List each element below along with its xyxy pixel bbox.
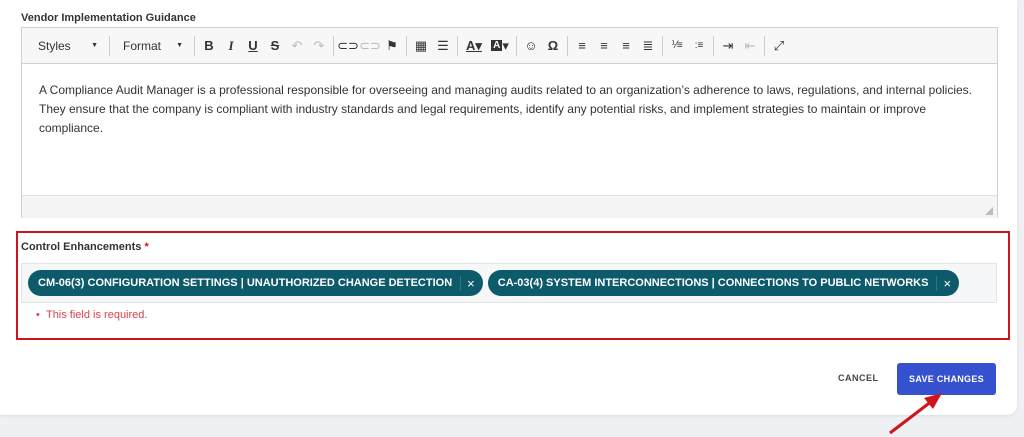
numbered-list-icon[interactable]: ⅟≡ — [666, 34, 688, 58]
cancel-button[interactable]: CANCEL — [838, 373, 879, 383]
indent-icon[interactable]: ⇥ — [717, 34, 739, 58]
editor-content[interactable]: A Compliance Audit Manager is a professi… — [22, 64, 997, 195]
vendor-guidance-label: Vendor Implementation Guidance — [21, 12, 196, 24]
required-asterisk: * — [144, 241, 149, 253]
format-label: Format — [123, 38, 162, 53]
validation-error: • This field is required. — [36, 309, 148, 321]
italic-icon[interactable]: I — [220, 34, 242, 58]
unlink-icon[interactable]: ⊂⊃ — [359, 34, 381, 58]
tag-chip: CM-06(3) CONFIGURATION SETTINGS | UNAUTH… — [28, 270, 483, 296]
tag-label: CA-03(4) SYSTEM INTERCONNECTIONS | CONNE… — [497, 277, 929, 289]
anchor-flag-icon[interactable]: ⚑ — [381, 34, 403, 58]
align-right-icon[interactable]: ≡ — [615, 34, 637, 58]
separator — [567, 35, 568, 56]
separator — [333, 35, 334, 56]
format-dropdown[interactable]: Format ▼ — [113, 34, 191, 58]
align-center-icon[interactable]: ≡ — [593, 34, 615, 58]
emoji-icon[interactable]: ☺ — [520, 34, 542, 58]
table-icon[interactable]: ▦ — [410, 34, 432, 58]
tag-chip: CA-03(4) SYSTEM INTERCONNECTIONS | CONNE… — [487, 270, 960, 296]
separator — [764, 35, 765, 56]
bold-icon[interactable]: B — [198, 34, 220, 58]
bulleted-list-icon[interactable]: :≡ — [688, 34, 710, 58]
error-text: This field is required. — [45, 309, 148, 321]
outdent-icon[interactable]: ⇤ — [739, 34, 761, 58]
separator — [457, 35, 458, 56]
chevron-down-icon: ▼ — [91, 42, 98, 49]
special-character-icon[interactable]: Ω — [542, 34, 564, 58]
horizontal-line-icon[interactable]: ☰ — [432, 34, 454, 58]
text-color-icon[interactable]: A▾ — [461, 34, 487, 58]
separator — [516, 35, 517, 56]
editor-statusbar — [22, 195, 997, 218]
control-enhancements-label: Control Enhancements * — [21, 241, 149, 253]
label-text: Control Enhancements — [21, 241, 142, 253]
styles-label: Styles — [38, 38, 71, 53]
separator — [662, 35, 663, 56]
tag-label: CM-06(3) CONFIGURATION SETTINGS | UNAUTH… — [38, 277, 453, 289]
separator — [109, 35, 110, 56]
rich-text-editor: Styles ▼ Format ▼ B I U S ↶ ↷ ⊂⊃ ⊂⊃ ⚑ ▦ ☰ … — [21, 27, 998, 218]
strikethrough-icon[interactable]: S — [264, 34, 286, 58]
separator — [713, 35, 714, 56]
link-icon[interactable]: ⊂⊃ — [337, 34, 359, 58]
background-color-icon[interactable]: A ▾ — [487, 34, 513, 58]
undo-icon[interactable]: ↶ — [286, 34, 308, 58]
redo-icon[interactable]: ↷ — [308, 34, 330, 58]
underline-icon[interactable]: U — [242, 34, 264, 58]
chevron-down-icon: ▼ — [176, 42, 183, 49]
align-justify-icon[interactable]: ≣ — [637, 34, 659, 58]
annotation-arrow-icon — [889, 393, 942, 435]
separator — [194, 35, 195, 56]
maximize-icon[interactable]: ⤢ — [768, 34, 790, 58]
separator — [406, 35, 407, 56]
form-card: Vendor Implementation Guidance Styles ▼ F… — [0, 0, 1017, 415]
align-left-icon[interactable]: ≡ — [571, 34, 593, 58]
remove-tag-icon[interactable]: × — [936, 275, 959, 291]
styles-dropdown[interactable]: Styles ▼ — [28, 34, 106, 58]
resize-handle-icon[interactable] — [985, 207, 993, 215]
control-enhancements-select[interactable]: CM-06(3) CONFIGURATION SETTINGS | UNAUTH… — [21, 263, 997, 303]
remove-tag-icon[interactable]: × — [460, 275, 483, 291]
editor-toolbar: Styles ▼ Format ▼ B I U S ↶ ↷ ⊂⊃ ⊂⊃ ⚑ ▦ ☰ … — [22, 28, 997, 64]
